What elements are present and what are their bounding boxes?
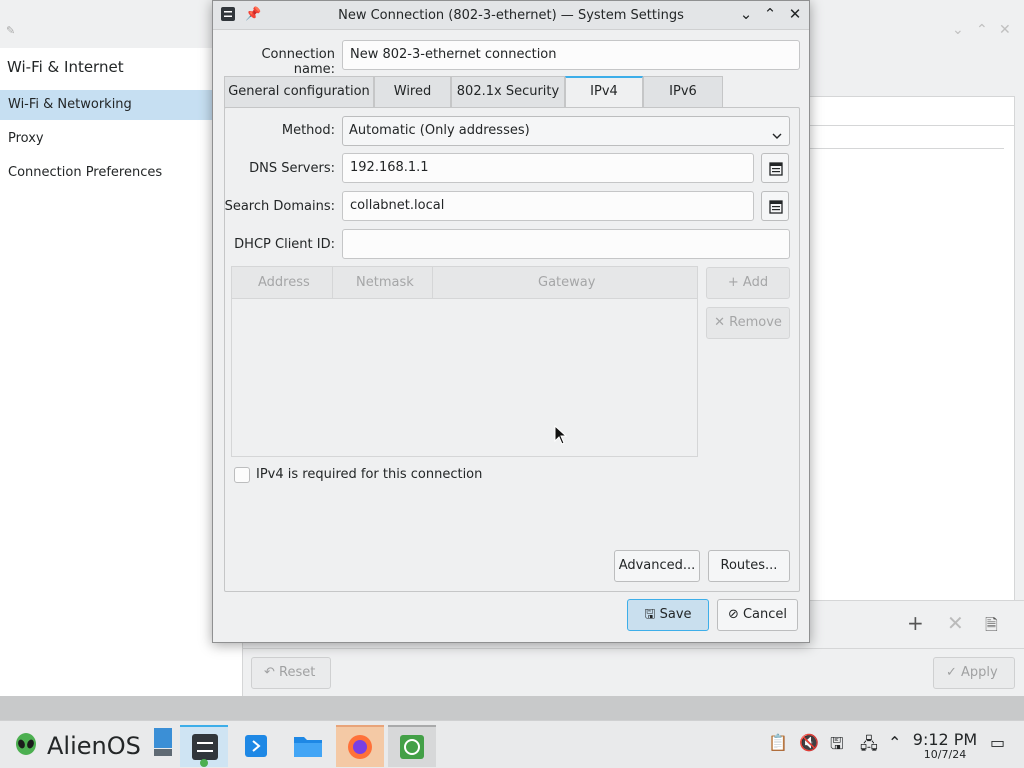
tab-general-configuration[interactable]: General configuration <box>224 76 374 108</box>
clipboard-icon[interactable]: 📋 <box>768 733 788 752</box>
dialog-titlebar: 📌 New Connection (802-3-ethernet) — Syst… <box>213 1 809 30</box>
divider <box>810 148 1004 149</box>
settings-sidebar: Wi-Fi & Internet Wi-Fi & Networking Prox… <box>0 48 243 696</box>
cancel-label: Cancel <box>742 607 788 622</box>
save-button[interactable]: 🖫 Save <box>627 599 709 631</box>
chevron-down-icon <box>771 125 783 153</box>
chevron-up-icon[interactable]: ⌃ <box>888 733 901 752</box>
add-label: Add <box>742 275 769 290</box>
connection-list-area <box>810 126 1015 600</box>
remove-icon[interactable]: ✕ <box>947 611 964 635</box>
network-disconnected-icon[interactable]: 🖧 <box>860 733 878 760</box>
close-icon[interactable]: ✕ <box>786 5 804 23</box>
show-desktop-icon[interactable] <box>153 727 173 757</box>
connection-name-label: Connection name: <box>261 47 335 77</box>
add-address-button[interactable]: + Add <box>706 267 790 299</box>
folder-icon <box>294 737 322 757</box>
connection-search-field[interactable] <box>810 96 1015 126</box>
maximize-icon[interactable]: ⌃ <box>976 22 988 38</box>
apply-button[interactable]: ✓ Apply <box>933 657 1015 689</box>
settings-footer: ↶ Reset ✓ Apply <box>243 648 1024 696</box>
remove-address-button[interactable]: ✕ Remove <box>706 307 790 339</box>
column-divider <box>432 267 433 299</box>
taskbar-app-store[interactable] <box>232 725 280 767</box>
clock-date[interactable]: 10/7/24 <box>912 748 978 761</box>
desktop-peek-icon[interactable]: ▭ <box>990 733 1005 752</box>
search-domains-label: Search Domains: <box>224 199 335 214</box>
taskbar-app-file-manager[interactable] <box>284 725 332 767</box>
apply-label: Apply <box>961 665 998 680</box>
reset-label: Reset <box>279 665 316 680</box>
tab-8021x-security[interactable]: 802.1x Security <box>451 76 565 108</box>
remove-label: Remove <box>729 315 782 330</box>
taskbar-app-terminal[interactable] <box>388 725 436 767</box>
mouse-cursor-icon <box>554 425 568 445</box>
routes-button[interactable]: Routes... <box>708 550 790 582</box>
save-label: Save <box>659 607 692 622</box>
ipv4-required-label[interactable]: IPv4 is required for this connection <box>256 467 482 482</box>
column-gateway[interactable]: Gateway <box>538 275 595 290</box>
settings-app-icon <box>192 734 218 767</box>
cancel-button[interactable]: ⊘ Cancel <box>717 599 798 631</box>
ipv4-required-checkbox[interactable] <box>234 467 250 483</box>
column-address[interactable]: Address <box>258 275 310 290</box>
reset-button[interactable]: ↶ Reset <box>251 657 331 689</box>
volume-muted-icon[interactable]: 🔇 <box>799 733 819 752</box>
cancel-icon: ⊘ <box>727 607 743 622</box>
table-header: Address Netmask Gateway <box>232 267 697 299</box>
list-edit-icon <box>769 162 783 176</box>
connection-name-field[interactable]: New 802-3-ethernet connection <box>342 40 800 70</box>
taskbar-app-system-settings[interactable] <box>180 725 228 767</box>
dns-servers-label: DNS Servers: <box>249 161 335 176</box>
alien-logo-icon[interactable] <box>12 732 40 764</box>
remove-icon: ✕ <box>714 315 730 330</box>
minimize-icon[interactable]: ⌄ <box>952 22 964 38</box>
column-divider <box>332 267 333 299</box>
dialog-title: New Connection (802-3-ethernet) — System… <box>338 8 684 23</box>
pin-icon[interactable]: ✎ <box>6 24 15 37</box>
firefox-icon <box>348 735 372 759</box>
sidebar-item-proxy[interactable]: Proxy <box>0 124 243 154</box>
edit-dns-list-button[interactable] <box>761 153 789 183</box>
column-netmask[interactable]: Netmask <box>356 275 414 290</box>
sidebar-heading: Wi-Fi & Internet <box>7 58 124 76</box>
dhcp-client-id-label: DHCP Client ID: <box>234 237 335 252</box>
sidebar-item-connection-preferences[interactable]: Connection Preferences <box>0 158 243 188</box>
advanced-button[interactable]: Advanced... <box>614 550 700 582</box>
edit-search-domains-button[interactable] <box>761 191 789 221</box>
green-app-icon <box>400 735 424 759</box>
address-table[interactable]: Address Netmask Gateway <box>231 266 698 457</box>
add-icon[interactable]: + <box>907 611 924 635</box>
method-label: Method: <box>281 123 335 138</box>
store-app-icon <box>245 735 267 757</box>
clock-time[interactable]: 9:12 PM <box>912 730 978 749</box>
storage-icon[interactable]: 🖫 <box>830 733 844 760</box>
tab-ipv4[interactable]: IPv4 <box>565 76 643 109</box>
tab-ipv6[interactable]: IPv6 <box>643 76 723 108</box>
taskbar: AlienOS 📋 🔇 🖫 🖧 ⌃ ▭ <box>0 720 1024 768</box>
dns-servers-field[interactable]: 192.168.1.1 <box>342 153 754 183</box>
method-select[interactable]: Automatic (Only addresses) <box>342 116 790 146</box>
method-value: Automatic (Only addresses) <box>349 123 530 138</box>
sidebar-item-wifi-networking[interactable]: Wi-Fi & Networking <box>0 90 243 120</box>
taskbar-app-firefox[interactable] <box>336 725 384 767</box>
close-icon[interactable]: ✕ <box>999 22 1011 38</box>
export-icon[interactable]: 🗎 <box>985 614 998 641</box>
check-icon: ✓ <box>946 665 962 680</box>
add-icon: + <box>727 275 743 290</box>
dhcp-client-id-field[interactable] <box>342 229 790 259</box>
minimize-icon[interactable]: ⌄ <box>737 5 755 23</box>
list-edit-icon <box>769 200 783 214</box>
maximize-icon[interactable]: ⌃ <box>761 5 779 23</box>
undo-icon: ↶ <box>264 665 280 680</box>
search-domains-field[interactable]: collabnet.local <box>342 191 754 221</box>
tab-wired[interactable]: Wired <box>374 76 451 108</box>
os-name: AlienOS <box>47 732 141 760</box>
save-icon: 🖫 <box>644 607 660 622</box>
